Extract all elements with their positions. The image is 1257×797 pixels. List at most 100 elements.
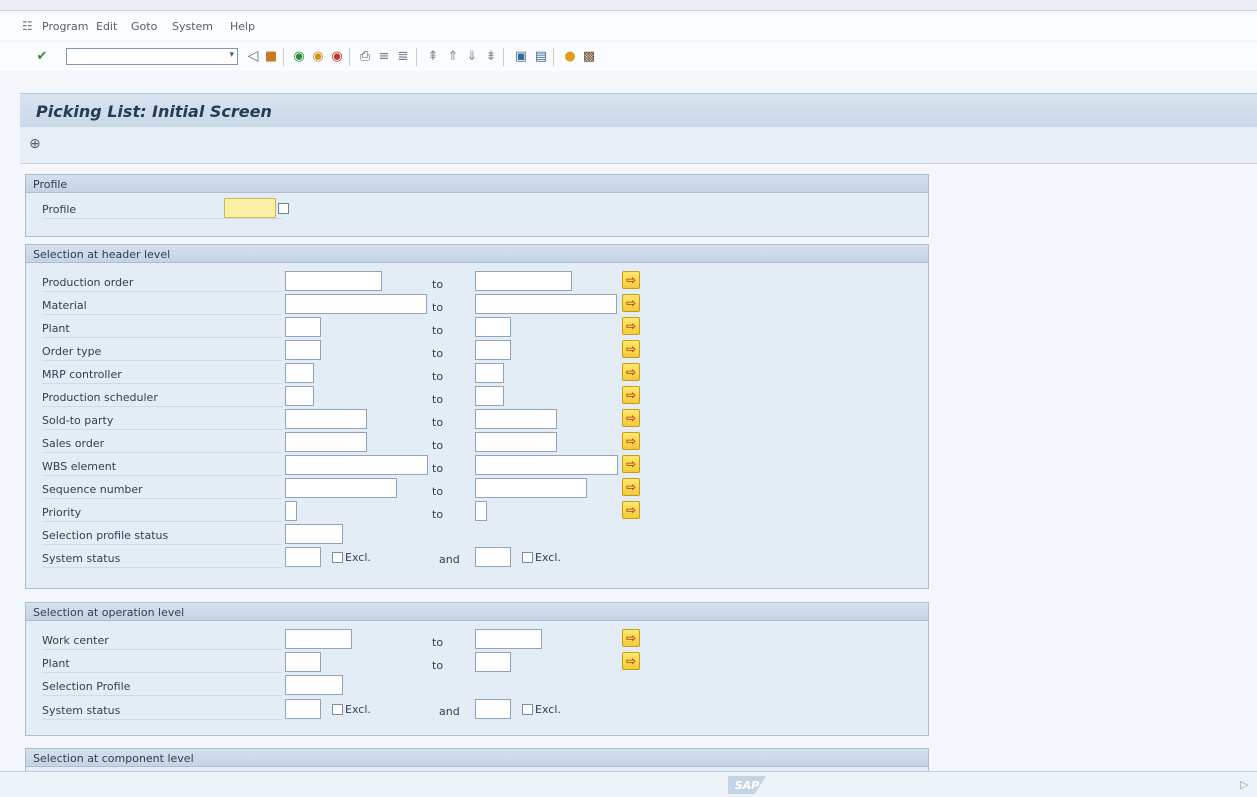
priority-to-input[interactable] (475, 501, 487, 521)
system-status-input-2[interactable] (475, 699, 511, 719)
customize-icon[interactable]: ▩ (580, 47, 598, 65)
chevron-right-icon[interactable]: ▷ (1240, 778, 1248, 791)
multiple-selection-button[interactable]: ⇨ (622, 340, 640, 358)
sales-order-from-input[interactable] (285, 432, 367, 452)
back-icon[interactable]: ◉ (290, 47, 308, 65)
menu-bar: ☷ Program Edit Goto System Help (0, 14, 1257, 40)
value-help-icon[interactable] (278, 203, 289, 214)
multiple-selection-button[interactable]: ⇨ (622, 455, 640, 473)
shortcut-icon[interactable]: ▤ (532, 47, 550, 65)
production-order-to-input[interactable] (475, 271, 572, 291)
exclude-checkbox-2[interactable] (522, 552, 533, 563)
plant-from-input[interactable] (285, 317, 321, 337)
next-page-icon[interactable]: ⇓ (463, 47, 481, 65)
production-order-from-input[interactable] (285, 271, 382, 291)
multiple-selection-button[interactable]: ⇨ (622, 432, 640, 450)
sold-to-party-from-input[interactable] (285, 409, 367, 429)
create-session-icon[interactable]: ▣ (512, 47, 530, 65)
first-page-icon[interactable]: ⇞ (424, 47, 442, 65)
system-status-input-2[interactable] (475, 547, 511, 567)
menu-goto[interactable]: Goto (131, 20, 157, 33)
order-type-from-input[interactable] (285, 340, 321, 360)
sequence-number-from-input[interactable] (285, 478, 397, 498)
find-next-icon[interactable]: ≣ (394, 47, 412, 65)
header-level-section: Selection at header level Production ord… (25, 244, 929, 589)
section-header: Profile (26, 175, 928, 193)
profile-input[interactable] (224, 198, 276, 218)
sequence-number-to-input[interactable] (475, 478, 587, 498)
to-label: to (432, 485, 444, 498)
profile-section: Profile Profile (25, 174, 929, 237)
menu-edit[interactable]: Edit (96, 20, 117, 33)
system-status-input-1[interactable] (285, 699, 321, 719)
prev-page-icon[interactable]: ⇑ (444, 47, 462, 65)
enter-icon[interactable]: ✔ (33, 47, 51, 65)
command-field[interactable]: ▾ (66, 48, 238, 65)
system-menu-icon[interactable]: ☷ (22, 19, 33, 33)
exclude-label: Excl. (535, 551, 561, 564)
menu-help[interactable]: Help (230, 20, 255, 33)
exclude-checkbox-2[interactable] (522, 704, 533, 715)
work-center-to-input[interactable] (475, 629, 542, 649)
multiple-selection-button[interactable]: ⇨ (622, 629, 640, 647)
menu-program[interactable]: Program (42, 20, 88, 33)
production-order-label: Production order (42, 275, 282, 292)
multiple-selection-button[interactable]: ⇨ (622, 294, 640, 312)
exclude-checkbox-1[interactable] (332, 552, 343, 563)
wbs-element-from-input[interactable] (285, 455, 428, 475)
print-icon[interactable]: ⎙ (356, 47, 374, 65)
plant-label: Plant (42, 656, 282, 673)
application-toolbar: ⊕ (20, 127, 1257, 164)
section-header: Selection at component level (26, 749, 928, 767)
help-icon[interactable]: ● (561, 47, 579, 65)
chevron-down-icon[interactable]: ▾ (229, 50, 234, 60)
selection-profile-input[interactable] (285, 675, 343, 695)
exclude-label: Excl. (345, 703, 371, 716)
to-label: to (432, 393, 444, 406)
material-from-input[interactable] (285, 294, 427, 314)
mrp-controller-to-input[interactable] (475, 363, 504, 383)
cancel-icon[interactable]: ◉ (328, 47, 346, 65)
multiple-selection-button[interactable]: ⇨ (622, 386, 640, 404)
plant-to-input[interactable] (475, 317, 511, 337)
sales-order-to-input[interactable] (475, 432, 557, 452)
plant-label: Plant (42, 321, 282, 338)
save-icon[interactable]: ■ (262, 47, 280, 65)
plant-to-input[interactable] (475, 652, 511, 672)
standard-toolbar: ✔ ▾ ◁ ■ ◉ ◉ ◉ ⎙ ≡ ≣ ⇞ ⇑ ⇓ ⇟ ▣ ▤ ● ▩ (0, 43, 1257, 71)
last-page-icon[interactable]: ⇟ (482, 47, 500, 65)
menu-system[interactable]: System (172, 20, 213, 33)
work-center-label: Work center (42, 633, 282, 650)
system-status-label: System status (42, 703, 282, 720)
find-icon[interactable]: ≡ (375, 47, 393, 65)
execute-icon[interactable]: ⊕ (29, 136, 41, 152)
exclude-checkbox-1[interactable] (332, 704, 343, 715)
material-to-input[interactable] (475, 294, 617, 314)
order-type-label: Order type (42, 344, 282, 361)
multiple-selection-button[interactable]: ⇨ (622, 363, 640, 381)
system-status-input-1[interactable] (285, 547, 321, 567)
multiple-selection-button[interactable]: ⇨ (622, 652, 640, 670)
wbs-element-to-input[interactable] (475, 455, 618, 475)
mrp-controller-from-input[interactable] (285, 363, 314, 383)
exclude-label: Excl. (345, 551, 371, 564)
production-scheduler-from-input[interactable] (285, 386, 314, 406)
multiple-selection-button[interactable]: ⇨ (622, 478, 640, 496)
toolbar-separator (553, 48, 554, 66)
selection-profile-status-input[interactable] (285, 524, 343, 544)
sold-to-party-to-input[interactable] (475, 409, 557, 429)
order-type-to-input[interactable] (475, 340, 511, 360)
multiple-selection-button[interactable]: ⇨ (622, 409, 640, 427)
history-back-icon[interactable]: ◁ (244, 47, 262, 65)
section-title: Profile (33, 178, 68, 191)
multiple-selection-button[interactable]: ⇨ (622, 501, 640, 519)
multiple-selection-button[interactable]: ⇨ (622, 317, 640, 335)
multiple-selection-button[interactable]: ⇨ (622, 271, 640, 289)
exit-icon[interactable]: ◉ (309, 47, 327, 65)
plant-from-input[interactable] (285, 652, 321, 672)
selection-profile-status-label: Selection profile status (42, 528, 282, 545)
production-scheduler-to-input[interactable] (475, 386, 504, 406)
section-title: Selection at header level (33, 248, 171, 261)
priority-from-input[interactable] (285, 501, 297, 521)
work-center-from-input[interactable] (285, 629, 352, 649)
